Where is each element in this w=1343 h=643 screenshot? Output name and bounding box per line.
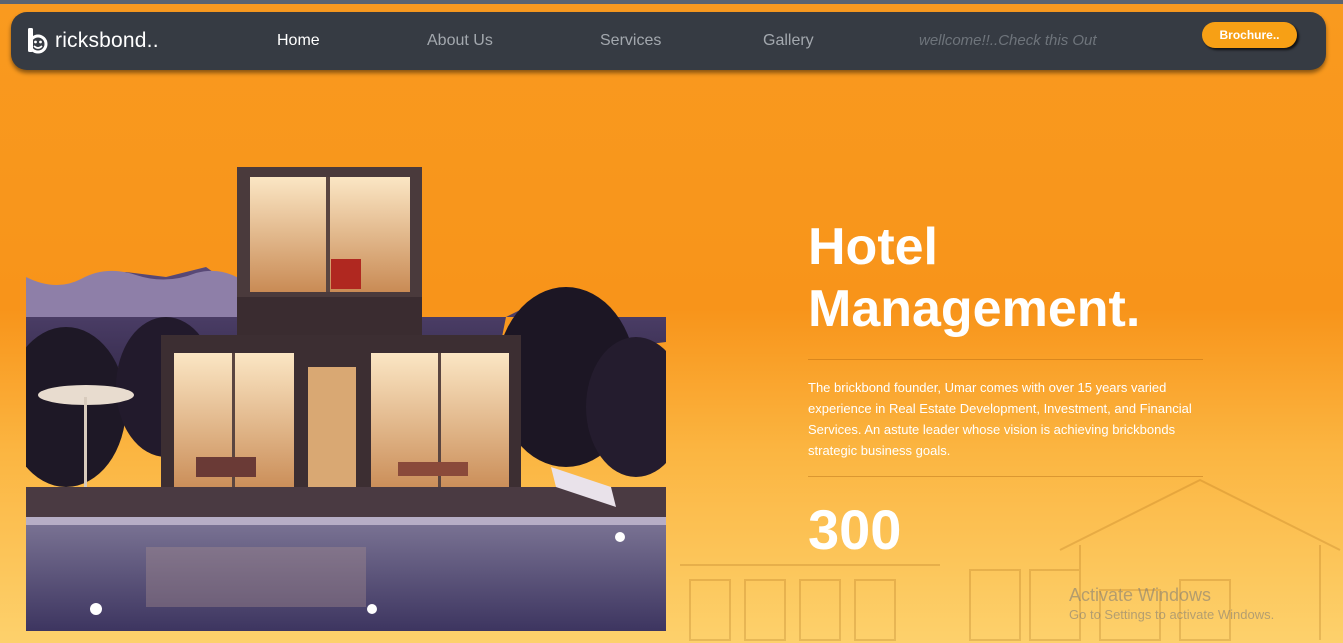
hero-description: The brickbond founder, Umar comes with o… (808, 380, 1192, 458)
hero-title-line-2: Management. (808, 280, 1141, 338)
promo-text[interactable]: wellcome!!..Check this Out (919, 32, 1097, 49)
watermark-subtitle: Go to Settings to activate Windows. (1069, 607, 1275, 622)
nav-link-services[interactable]: Services (600, 32, 661, 50)
navbar: ricksbond.. Home About Us Services Galle… (11, 12, 1326, 70)
brochure-button[interactable]: Brochure.. (1202, 22, 1297, 48)
brand-name: ricksbond.. (55, 29, 159, 52)
nav-link-gallery[interactable]: Gallery (763, 32, 814, 50)
nav-link-home[interactable]: Home (277, 32, 320, 50)
divider-bottom (808, 476, 1203, 477)
nav-link-about-us[interactable]: About Us (427, 32, 493, 50)
watermark-title: Activate Windows (1069, 585, 1212, 605)
hero-villa-image (26, 167, 666, 631)
divider-top (808, 359, 1203, 360)
stat-counter: 300 (808, 498, 902, 561)
hero-title-line-1: Hotel (808, 218, 938, 276)
brand[interactable]: ricksbond.. (25, 24, 159, 58)
brickbond-logo-icon (25, 27, 51, 55)
top-strip (0, 0, 1343, 4)
hero-title: Hotel Management. (808, 216, 1228, 340)
windows-activation-watermark: Activate Windows Go to Settings to activ… (1069, 584, 1274, 623)
